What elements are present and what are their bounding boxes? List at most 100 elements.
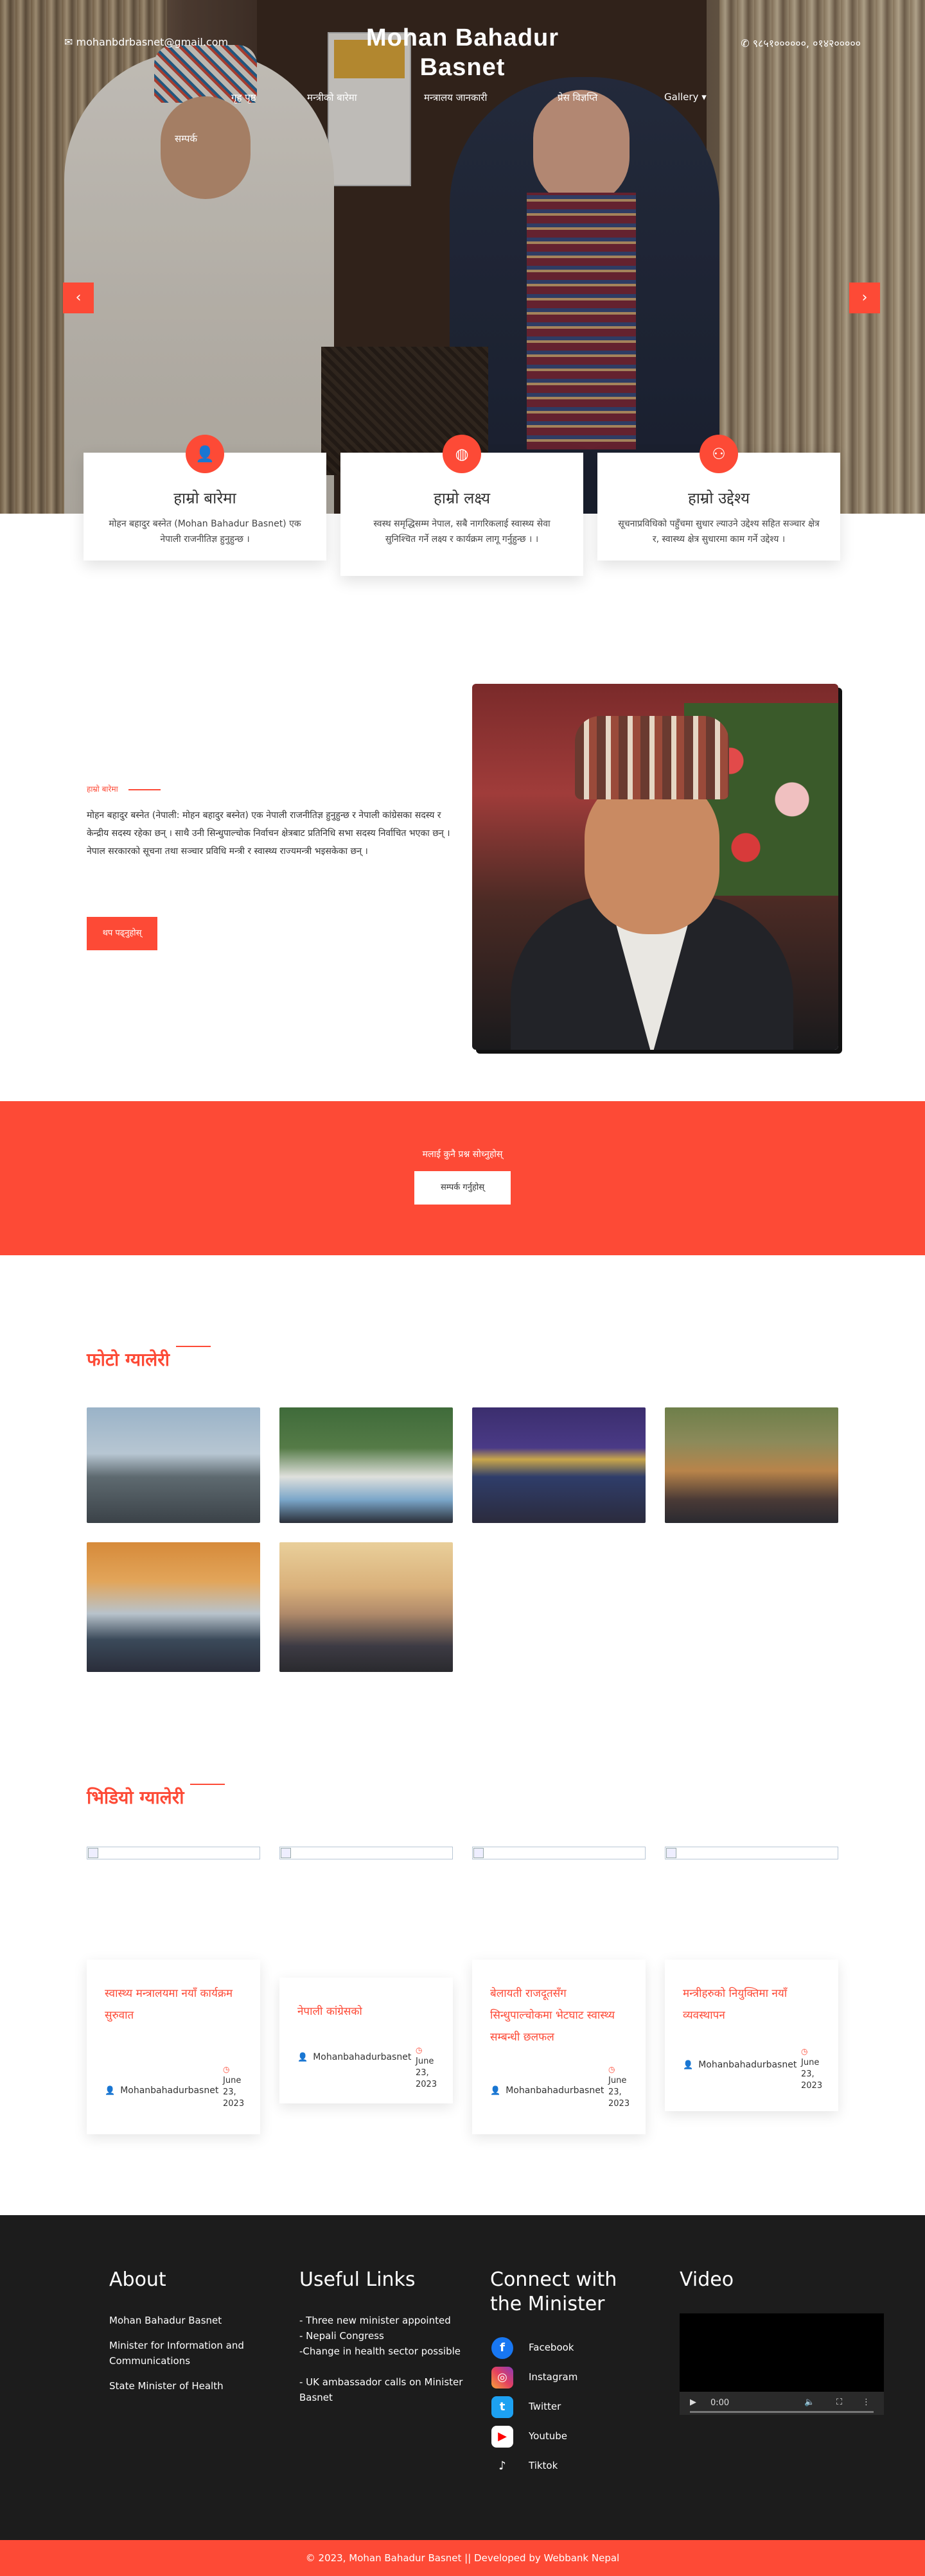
footer-link-1[interactable]: - Three new minister appointed — [299, 2313, 466, 2328]
news-card-4[interactable]: मन्त्रीहरुको नियुक्तिमा नयाँ व्यवस्थापन … — [665, 1960, 838, 2111]
user-icon: 👤 — [297, 2053, 308, 2062]
news-card-3[interactable]: बेलायती राजदूतसँग सिन्धुपाल्चोकमा भेटघाट… — [472, 1960, 646, 2134]
video-progress-bar[interactable] — [690, 2411, 874, 2413]
email-text: mohanbdrbasnet@gmail.com — [76, 36, 229, 48]
social-label: Youtube — [529, 2430, 567, 2442]
feature-card-about: 👤 हाम्रो बारेमा मोहन बहादुर बस्नेत (Moha… — [84, 435, 326, 561]
news-author: 👤 Mohanbahadurbasnet — [105, 2085, 218, 2096]
fullscreen-icon[interactable]: ⛶ — [836, 2398, 842, 2407]
gallery-image-3[interactable] — [472, 1407, 646, 1523]
news-title[interactable]: नेपाली कांग्रेसको — [297, 2001, 439, 2023]
footer-link-4[interactable]: - UK ambassador calls on Minister Basnet — [299, 2374, 466, 2405]
nav-item-home[interactable]: गृह पृष्ठ — [231, 91, 256, 104]
cta-text: मलाई कुनै प्रश्न सोध्नुहोस् — [422, 1149, 503, 1160]
social-label: Instagram — [529, 2371, 578, 2383]
nav-item-about[interactable]: मन्त्रीको बारेमा — [307, 91, 357, 104]
news-author-text: Mohanbahadurbasnet — [698, 2060, 797, 2070]
nav-item-press[interactable]: प्रेस विज्ञप्ति — [558, 91, 597, 104]
news-date-text: June 23, 2023 — [416, 2057, 437, 2089]
news-date-text: June 23, 2023 — [223, 2076, 245, 2109]
network-icon: ⚇ — [700, 435, 738, 473]
user-icon: 👤 — [683, 2060, 694, 2070]
news-date: ◷ June 23, 2023 — [223, 2064, 249, 2110]
news-author: 👤 Mohanbahadurbasnet — [490, 2085, 604, 2096]
news-card-2[interactable]: नेपाली कांग्रेसको 👤 Mohanbahadurbasnet ◷ J… — [279, 1978, 453, 2103]
news-author: 👤 Mohanbahadurbasnet — [683, 2060, 797, 2070]
video-thumbnail-1[interactable] — [87, 1847, 260, 1859]
minister-portrait — [472, 684, 838, 1050]
social-label: Tiktok — [529, 2460, 558, 2471]
nav-item-contact[interactable]: सम्पर्क — [175, 132, 197, 145]
play-icon[interactable]: ▶ — [690, 2398, 696, 2407]
footer-about-heading: About — [109, 2268, 166, 2291]
footer-about-line-1: Mohan Bahadur Basnet — [109, 2315, 222, 2326]
footer-about-line-2: Minister for Information and Communicati… — [109, 2340, 244, 2367]
news-date: ◷ June 23, 2023 — [801, 2046, 827, 2092]
photo-gallery-heading: फोटो ग्यालेरी — [87, 1346, 211, 1371]
user-icon: 👤 — [490, 2086, 501, 2096]
chevron-right-icon: › — [861, 290, 868, 306]
social-label: Twitter — [529, 2401, 561, 2412]
gallery-image-6[interactable] — [279, 1542, 453, 1672]
slider-next-button[interactable]: › — [849, 283, 880, 313]
more-options-icon[interactable]: ⋮ — [862, 2398, 870, 2407]
photo-gallery-heading-text: फोटो ग्यालेरी — [87, 1349, 170, 1370]
gallery-image-1[interactable] — [87, 1407, 260, 1523]
footer-connect-heading: Connect with the Minister — [490, 2268, 617, 2315]
read-more-button[interactable]: थप पढ्नुहोस् — [87, 917, 157, 950]
news-date-text: June 23, 2023 — [608, 2076, 630, 2109]
about-text: मोहन बहादुर बस्नेत (नेपाली: मोहन बहादुर … — [87, 810, 450, 857]
clock-icon: ◷ — [416, 2046, 423, 2055]
video-thumbnail-2[interactable] — [279, 1847, 453, 1859]
feature-card-goal: ◍ हाम्रो लक्ष्य स्वस्थ समृद्धिसम्म नेपाल… — [340, 435, 583, 576]
copyright-text: © 2023, Mohan Bahadur Basnet || Develope… — [305, 2552, 544, 2564]
globe-icon: ◍ — [443, 435, 481, 473]
video-thumbnail-4[interactable] — [665, 1847, 838, 1859]
chevron-left-icon: ‹ — [75, 290, 82, 306]
feature-card-objective: ⚇ हाम्रो उद्देश्य सूचनाप्रविधिको पहुँचमा… — [597, 435, 840, 561]
gallery-image-2[interactable] — [279, 1407, 453, 1523]
twitter-icon: t — [491, 2396, 513, 2418]
video-controls: ▶ 0:00 🔈 ⛶ ⋮ — [680, 2392, 884, 2415]
news-author-text: Mohanbahadurbasnet — [313, 2052, 412, 2062]
slider-prev-button[interactable]: ‹ — [63, 283, 94, 313]
video-time: 0:00 — [710, 2398, 730, 2408]
volume-icon[interactable]: 🔈 — [804, 2398, 815, 2407]
footer-links-heading: Useful Links — [299, 2268, 416, 2291]
about-label: हाम्रो बारेमा — [87, 783, 161, 794]
video-gallery-heading-text: भिडियो ग्यालेरी — [87, 1787, 184, 1808]
clock-icon: ◷ — [801, 2047, 808, 2056]
feature-card-title: हाम्रो बारेमा — [173, 489, 236, 507]
feature-card-text: मोहन बहादुर बस्नेत (Mohan Bahadur Basnet… — [109, 519, 301, 544]
user-icon: 👤 — [105, 2086, 116, 2096]
news-title[interactable]: बेलायती राजदूतसँग सिन्धुपाल्चोकमा भेटघाट… — [490, 1983, 631, 2048]
footer-link-3[interactable]: -Change in health sector possible — [299, 2344, 466, 2359]
gallery-image-4[interactable] — [665, 1407, 838, 1523]
news-date: ◷ June 23, 2023 — [608, 2064, 634, 2110]
social-label: Facebook — [529, 2342, 574, 2353]
video-thumbnail-3[interactable] — [472, 1847, 646, 1859]
footer-about-line-3: State Minister of Health — [109, 2380, 224, 2392]
envelope-icon: ✉ — [64, 36, 76, 48]
phone-icon: ✆ — [741, 37, 753, 49]
nav-item-gallery[interactable]: Gallery ▾ — [664, 91, 707, 103]
news-card-1[interactable]: स्वास्थ्य मन्त्रालयमा नयाँ कार्यक्रम सुर… — [87, 1960, 260, 2134]
topbar-phone[interactable]: ✆ ९८५१००००००, ०१४२००००० — [741, 36, 861, 50]
footer-video-heading: Video — [680, 2268, 734, 2291]
topbar-email[interactable]: ✉ mohanbdrbasnet@gmail.com — [64, 36, 228, 48]
clock-icon: ◷ — [608, 2065, 615, 2074]
user-icon: 👤 — [186, 435, 224, 473]
facebook-icon: f — [491, 2337, 513, 2359]
contact-button[interactable]: सम्पर्क गर्नुहोस् — [414, 1171, 511, 1205]
feature-card-title: हाम्रो लक्ष्य — [433, 489, 491, 507]
phone-text: ९८५१००००००, ०१४२००००० — [752, 37, 861, 49]
nav-item-ministry[interactable]: मन्त्रालय जानकारी — [424, 91, 487, 104]
gallery-image-5[interactable] — [87, 1542, 260, 1672]
news-title[interactable]: मन्त्रीहरुको नियुक्तिमा नयाँ व्यवस्थापन — [683, 1983, 824, 2026]
footer-link-2[interactable]: - Nepali Congress — [299, 2328, 466, 2344]
news-title[interactable]: स्वास्थ्य मन्त्रालयमा नयाँ कार्यक्रम सुर… — [105, 1983, 246, 2026]
site-title[interactable]: Mohan Bahadur Basnet — [340, 23, 585, 82]
video-gallery-heading: भिडियो ग्यालेरी — [87, 1784, 225, 1809]
developer-link[interactable]: Webbank Nepal — [544, 2552, 620, 2564]
instagram-icon: ◎ — [491, 2367, 513, 2389]
